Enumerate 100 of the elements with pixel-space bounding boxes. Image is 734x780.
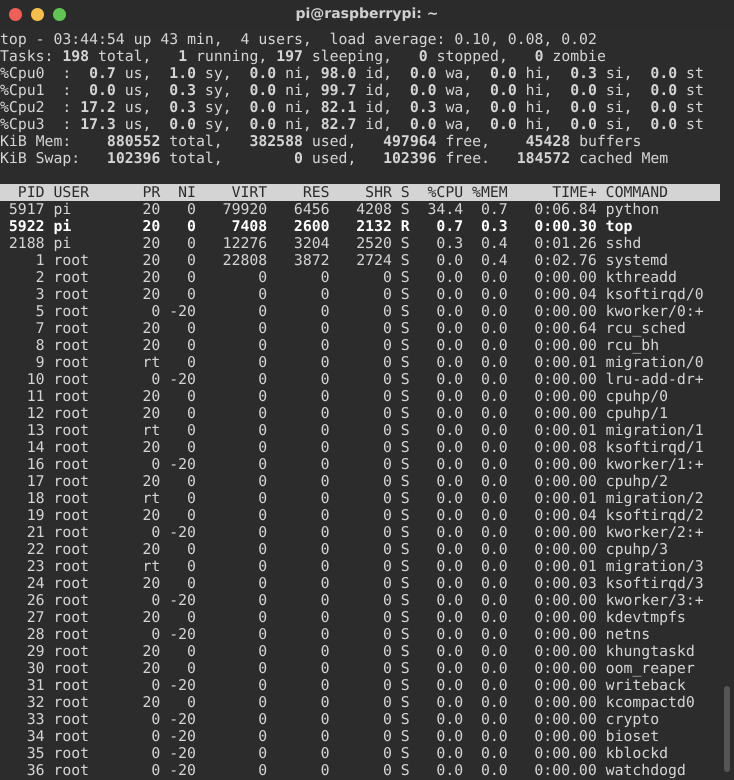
table-cell-text: migration/0 [606,354,705,371]
table-cell-text: 0:00.03 [533,575,597,592]
table-cell-text: 0 [257,422,268,439]
table-cell-text: 0 [257,439,268,456]
column-header[interactable]: %CPU [418,184,464,201]
table-cell: S [400,609,410,626]
table-cell-text: 0:00.01 [533,354,597,371]
table-cell-text: 20 [142,218,160,235]
minimize-button[interactable] [31,8,44,21]
maximize-button[interactable] [53,8,66,21]
table-cell-text: 0.0 [480,626,508,643]
table-cell-text: 0.0 [435,575,464,592]
table-cell-text: 0 [186,286,196,303]
table-cell-text: 0 [257,371,268,388]
table-cell-text: 0.0 [435,303,464,320]
table-cell-text: cpuhp/1 [606,405,670,422]
column-header[interactable]: NI [169,184,196,201]
table-cell-text: 0 [186,269,196,286]
table-cell-text: 34.4 [426,201,464,218]
table-cell-text: 20 [142,575,160,592]
table-cell: S [400,439,410,456]
table-cell-text: 0:00.00 [533,371,597,388]
table-cell: S [400,354,410,371]
summary-line: %Cpu0 : 0.7 us, 1.0 sy, 0.0 ni, 98.0 id, 0.0 wa, 0.0 hi, 0.3 si, 0.0 st [0,65,704,82]
table-cell: -20 [169,524,196,541]
table-cell: -20 [169,626,196,643]
table-cell-text: 12 [26,405,45,422]
table-cell-text: 0:00.00 [533,609,597,626]
table-cell-text: 20 [142,541,160,558]
table-cell-text: 0 [186,405,196,422]
table-cell: -20 [169,728,196,745]
table-cell-text: 6456 [292,201,330,218]
table-cell-text: 0 [382,473,392,490]
table-cell-text: 0:00.01 [533,422,597,439]
table-cell-text: 0 [186,473,196,490]
table-cell: S [400,320,410,337]
table-cell-text: root [53,354,90,371]
table-cell-text: 0 [257,337,268,354]
table-cell-text: 0 [257,524,268,541]
table-cell-text: 0 [382,677,392,694]
table-cell-text: 0 [382,388,392,405]
table-cell-text: 20 [142,388,160,405]
table-cell-text: 0 [382,337,392,354]
column-header[interactable]: TIME+ [516,184,597,201]
table-cell: S [400,371,410,388]
table-cell-text: 0.0 [435,473,464,490]
column-header[interactable]: VIRT [204,184,268,201]
table-cell-text: 0 [320,303,330,320]
table-cell-text: 0.0 [480,354,508,371]
table-cell-text: 0:00.00 [533,694,597,711]
table-cell-text: 0 [320,762,330,779]
table-cell-text: 2132 [355,218,392,235]
table-cell-text: 0.4 [480,252,508,269]
table-cell-text: 20 [142,660,160,677]
table-cell-text: 0 [257,541,268,558]
scrollbar-thumb[interactable] [724,686,730,772]
table-cell: -20 [169,303,196,320]
table-cell-text: 20 [142,643,160,660]
table-cell-text: 0 [186,320,196,337]
close-button[interactable] [9,8,22,21]
table-cell-text: 0 [320,439,330,456]
table-cell-text: 0 [382,762,392,779]
table-cell-text: 0 [257,694,268,711]
table-cell-text: root [53,456,90,473]
table-cell-text: 0 [186,388,196,405]
table-cell-text: root [53,711,90,728]
table-cell-text: 0:00.00 [533,303,597,320]
table-cell-text: 0.0 [435,643,464,660]
table-cell-text: 0 [257,286,268,303]
table-cell-text: 0.7 [480,201,508,218]
table-cell-text: root [53,405,90,422]
table-cell-text: root [53,762,90,779]
column-header[interactable]: COMMAND [606,184,720,201]
table-cell-text: root [53,728,90,745]
column-header[interactable]: PR [134,184,160,201]
table-cell-text: 2520 [355,235,392,252]
table-cell-text: 0 [382,269,392,286]
table-cell: S [400,592,410,609]
table-cell-text: 2 [34,269,45,286]
table-cell-text: 13 [26,422,45,439]
table-cell-text: 0.0 [435,320,464,337]
column-header[interactable]: RES [276,184,330,201]
table-cell: -20 [169,745,196,762]
column-header[interactable]: PID [0,184,45,201]
table-cell-text: migration/3 [606,558,705,575]
table-cell-text: 0 [382,286,392,303]
table-cell-text: 0.0 [435,745,464,762]
table-cell-text: 0 [150,456,160,473]
table-cell-text: 0 [382,660,392,677]
table-cell-text: 0 [186,439,196,456]
table-cell-text: 0 [150,524,160,541]
table-cell-text: 35 [26,745,45,762]
table-cell-text: khungtaskd [606,643,696,660]
column-header[interactable]: SHR [338,184,392,201]
column-header[interactable]: %MEM [472,184,508,201]
table-cell-text: 36 [26,762,45,779]
table-cell-text: 0 [257,269,268,286]
column-header[interactable]: USER [53,184,125,201]
column-header[interactable]: S [400,184,410,201]
table-cell-text: 0 [257,405,268,422]
